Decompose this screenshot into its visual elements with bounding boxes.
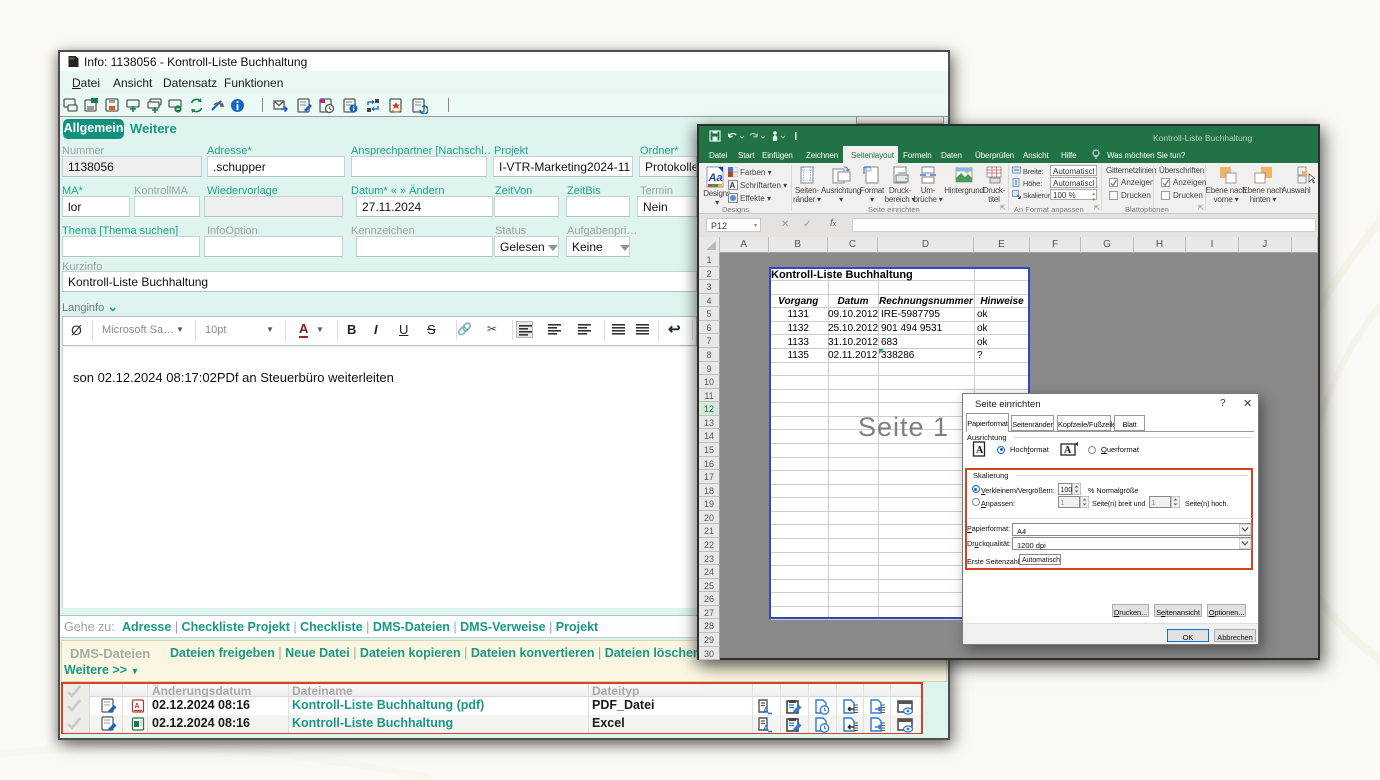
svg-text:A: A	[135, 703, 140, 710]
svg-text:Aa: Aa	[708, 172, 723, 184]
svg-text:A: A	[976, 445, 984, 456]
svg-text:A: A	[1064, 445, 1072, 456]
svg-text:A: A	[730, 181, 736, 190]
